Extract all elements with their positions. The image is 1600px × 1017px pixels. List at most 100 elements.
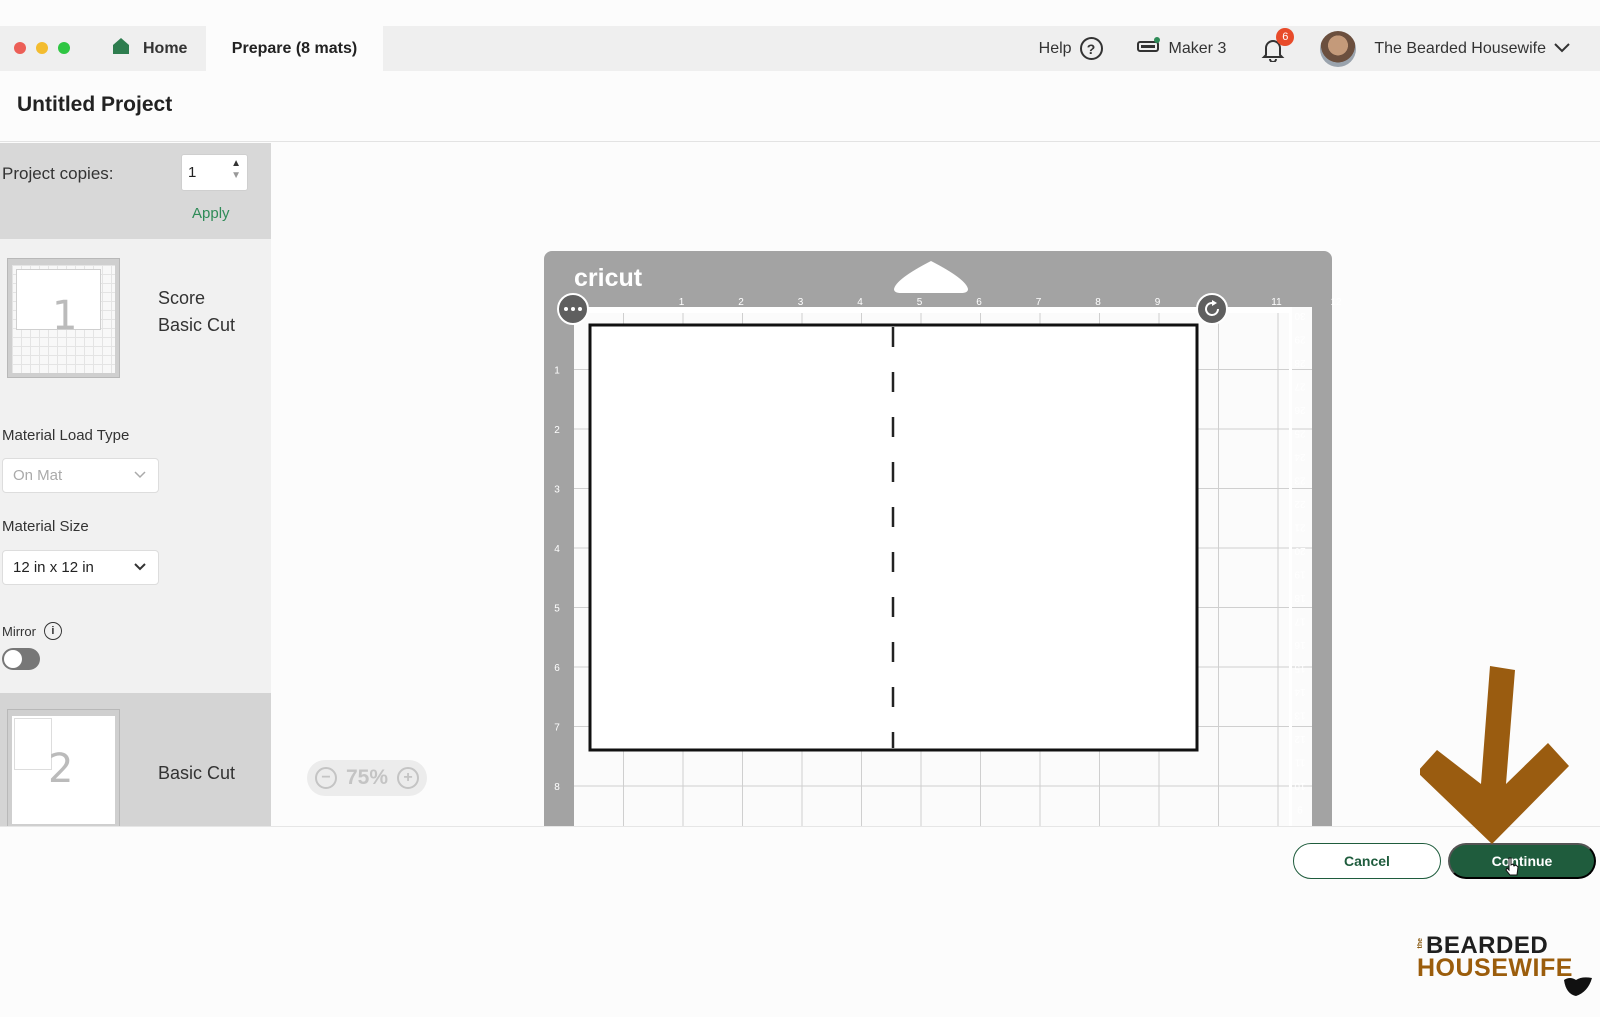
material-size-value: 12 in x 12 in [13, 559, 94, 576]
ruler-tick-label: 24 [1294, 451, 1306, 462]
tab-home[interactable]: Home [95, 26, 205, 71]
bearded-housewife-logo: the BEARDED HOUSEWIFE [1417, 932, 1597, 1000]
ruler-tick-label: 11 [1294, 757, 1305, 768]
title-bar: Home Prepare (8 mats) Help ? Maker 3 6 T… [0, 26, 1600, 71]
project-header: Untitled Project [0, 71, 1600, 142]
cancel-button[interactable]: Cancel [1293, 843, 1441, 879]
ruler-tick-label: 13 [1294, 710, 1306, 721]
ruler-tick-label: 25 [1294, 428, 1306, 439]
beard-icon [1564, 977, 1592, 996]
mat-2-label: Basic Cut [158, 763, 236, 783]
ruler-tick-label: 14 [1294, 686, 1306, 697]
minimize-window-button[interactable] [36, 42, 48, 54]
bell-icon: 6 [1260, 27, 1295, 63]
project-copies-stepper[interactable]: 1 ▲ ▼ [181, 154, 248, 191]
apply-button[interactable]: Apply [192, 205, 230, 222]
ruler-tick-label: 28 [1294, 357, 1306, 368]
ruler-tick-label: 1 [554, 366, 560, 377]
ruler-tick-label: 7 [554, 723, 560, 734]
info-icon[interactable]: i [43, 622, 62, 640]
ruler-tick-label: 12 [1330, 297, 1342, 308]
machine-selector[interactable]: Maker 3 [1136, 37, 1227, 60]
ruler-tick-label: 8 [1095, 297, 1101, 308]
project-copies-label: Project copies: [2, 164, 114, 183]
user-menu[interactable]: The Bearded Housewife [1320, 30, 1570, 67]
mat-1-number: 1 [52, 293, 78, 339]
ruler-tick-label: 20 [1294, 545, 1306, 556]
mat-1-thumbnail[interactable]: 1 [7, 258, 120, 378]
mouse-cursor-icon [1505, 857, 1519, 876]
ruler-tick-label: 4 [554, 544, 560, 555]
toggle-knob [4, 650, 22, 668]
material-load-type-label: Material Load Type [2, 427, 130, 444]
ruler-tick-label: 2 [738, 297, 744, 308]
machine-label: Maker 3 [1168, 39, 1227, 57]
mat-preview-canvas[interactable]: 123456789101112 12345678 302928272625242… [271, 143, 1600, 826]
down-arrow-icon [1420, 666, 1569, 844]
ruler-tick-label: 15 [1294, 663, 1306, 674]
machine-icon [1136, 37, 1161, 60]
mat-card-1[interactable]: 1 Score Basic Cut [0, 248, 271, 398]
ruler-tick-label: 6 [976, 297, 982, 308]
ruler-tick-label: 9 [1297, 804, 1303, 815]
zoom-in-icon[interactable]: + [397, 767, 419, 789]
ruler-tick-label: 3 [798, 297, 804, 308]
mat-sidebar: Project copies: 1 ▲ ▼ Apply 1 Score Basi… [0, 143, 271, 826]
zoom-control: − 75% + [307, 760, 427, 796]
top-right-toolbar: Help ? Maker 3 6 The Bearded Housewife [1005, 26, 1570, 71]
tab-home-label: Home [143, 39, 188, 57]
ruler-tick-label: 5 [554, 604, 560, 615]
ruler-tick-label: 5 [917, 297, 923, 308]
mirror-toggle[interactable] [2, 648, 40, 670]
home-icon [111, 36, 131, 61]
right-ruler-band [1289, 311, 1292, 826]
ruler-tick-label: 9 [1155, 297, 1161, 308]
chevron-down-icon [134, 467, 146, 482]
arrow-down-icon[interactable]: ▼ [231, 170, 241, 182]
ruler-tick-label: 10 [1294, 780, 1306, 791]
ruler-tick-label: 11 [1271, 297, 1282, 308]
cutting-mat: 123456789101112 12345678 302928272625242… [544, 251, 1342, 826]
footer-bar: Cancel Continue [0, 826, 1600, 890]
mat-card-2[interactable]: 2 Basic Cut [0, 693, 271, 826]
maximize-window-button[interactable] [58, 42, 70, 54]
ruler-tick-label: 1 [679, 297, 685, 308]
project-title: Untitled Project [17, 93, 173, 116]
stepper-arrows[interactable]: ▲ ▼ [231, 158, 241, 182]
ellipsis-icon [578, 307, 582, 311]
user-name: The Bearded Housewife [1374, 39, 1546, 57]
logo-line2: HOUSEWIFE [1417, 954, 1573, 982]
question-icon: ? [1079, 37, 1103, 60]
help-label: Help [1038, 39, 1072, 57]
logo-the: the [1417, 938, 1424, 949]
material-size-select[interactable]: 12 in x 12 in [2, 550, 159, 585]
notification-badge: 6 [1276, 27, 1295, 46]
project-copies-value: 1 [188, 164, 197, 181]
mat-2-thumbnail[interactable]: 2 [7, 709, 120, 826]
avatar [1320, 30, 1357, 67]
ruler-tick-label: 3 [554, 485, 560, 496]
ruler-tick-label: 23 [1294, 475, 1306, 486]
ruler-tick-label: 19 [1294, 569, 1306, 580]
tab-prepare-label: Prepare (8 mats) [231, 39, 358, 57]
ruler-tick-label: 16 [1294, 639, 1306, 650]
material-load-type-select: On Mat [2, 458, 159, 493]
app-window: Home Prepare (8 mats) Help ? Maker 3 6 T… [0, 26, 1600, 1016]
material-size-label: Material Size [2, 518, 89, 535]
ruler-tick-label: 29 [1294, 334, 1306, 345]
ruler-tick-label: 17 [1294, 616, 1306, 627]
mirror-label-row: Mirror i [2, 622, 62, 640]
mat-2-number: 2 [48, 746, 74, 792]
mat-1-operation-cut: Basic Cut [158, 315, 236, 335]
arrow-up-icon[interactable]: ▲ [231, 158, 241, 170]
chevron-down-icon [134, 559, 146, 574]
ruler-tick-label: 26 [1294, 404, 1306, 415]
project-copies-panel: Project copies: 1 ▲ ▼ Apply [0, 143, 271, 239]
help-button[interactable]: Help ? [1039, 37, 1103, 60]
zoom-out-icon[interactable]: − [315, 767, 337, 789]
notifications-button[interactable]: 6 [1260, 27, 1295, 63]
close-window-button[interactable] [14, 42, 26, 54]
rotate-button[interactable] [1196, 293, 1228, 325]
tab-prepare[interactable]: Prepare (8 mats) [206, 26, 383, 71]
mat-1-label: Score Basic Cut [158, 285, 235, 339]
